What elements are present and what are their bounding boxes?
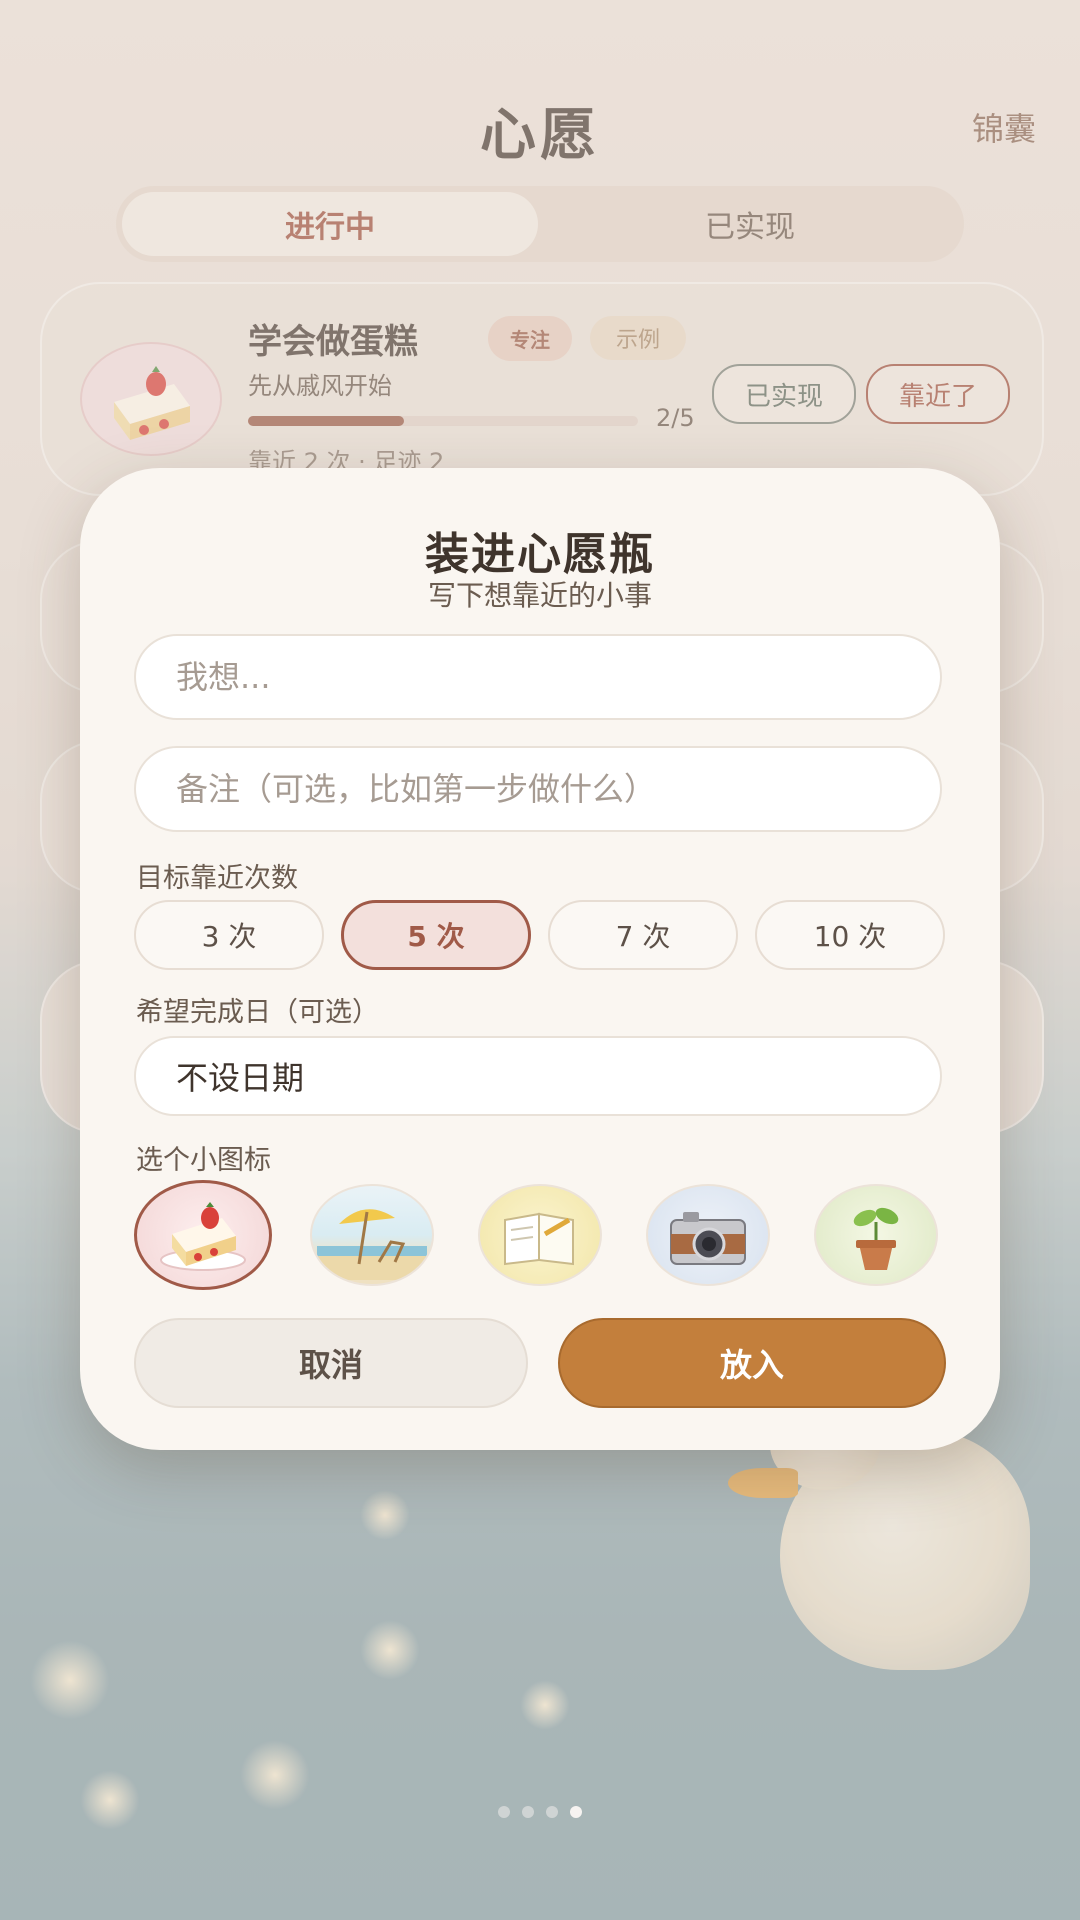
dialog-subtitle: 写下想靠近的小事 — [427, 579, 652, 612]
notebook-icon[interactable] — [478, 1184, 602, 1286]
note-input[interactable] — [134, 746, 942, 832]
due-date-label: 希望完成日（可选） — [136, 997, 379, 1028]
target-option-3[interactable]: 3 次 — [134, 900, 324, 970]
dialog-title: 装进心愿瓶 — [425, 529, 655, 580]
cancel-button[interactable]: 取消 — [134, 1318, 528, 1408]
wish-input[interactable] — [134, 634, 942, 720]
target-option-5[interactable]: 5 次 — [341, 900, 531, 970]
icon-picker-label: 选个小图标 — [136, 1145, 271, 1176]
sprout-icon[interactable] — [814, 1184, 938, 1286]
add-wish-dialog: 装进心愿瓶 写下想靠近的小事 目标靠近次数 3 次 5 次 7 次 10 次 希… — [80, 468, 1000, 1450]
beach-umbrella-icon[interactable] — [310, 1184, 434, 1286]
confirm-add-button[interactable]: 放入 — [558, 1318, 946, 1408]
target-option-7[interactable]: 7 次 — [548, 900, 738, 970]
cake-icon[interactable] — [134, 1180, 272, 1290]
target-option-10[interactable]: 10 次 — [755, 900, 945, 970]
due-date-picker[interactable]: 不设日期 — [134, 1036, 942, 1116]
target-count-label: 目标靠近次数 — [136, 863, 298, 894]
camera-icon[interactable] — [646, 1184, 770, 1286]
